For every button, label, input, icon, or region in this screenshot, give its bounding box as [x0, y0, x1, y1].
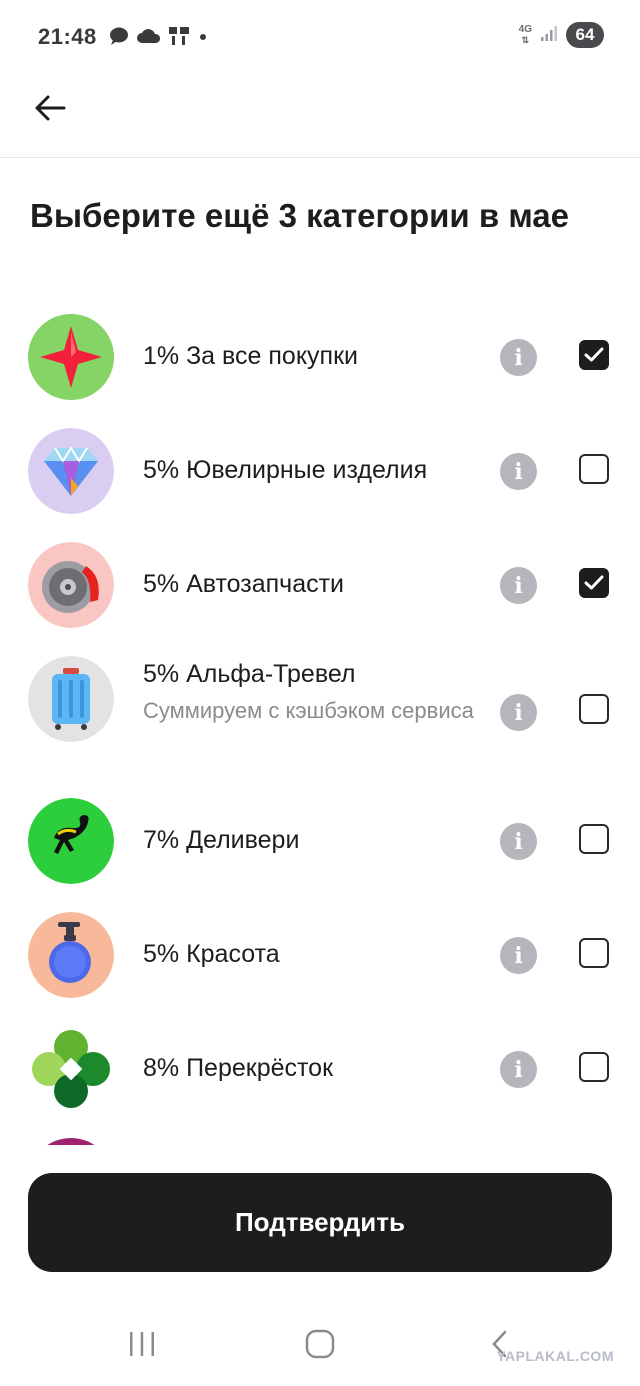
- back-button[interactable]: [30, 90, 70, 130]
- category-list: 1% За все покупки i 5% Ювелирные изделия…: [0, 300, 640, 1145]
- category-checkbox[interactable]: [579, 824, 609, 854]
- category-checkbox[interactable]: [579, 568, 609, 598]
- category-row-perekrestok[interactable]: 8% Перекрёсток i: [0, 1012, 640, 1126]
- category-text: 8% Перекрёсток: [143, 1052, 483, 1084]
- info-icon[interactable]: i: [500, 339, 537, 376]
- status-bar: 21:48 4G ⇅ 64: [0, 0, 640, 74]
- perekrestok-logo-icon: [28, 1026, 114, 1112]
- category-text: 5% Красота: [143, 938, 483, 970]
- info-icon[interactable]: i: [500, 567, 537, 604]
- suitcase-icon: [28, 656, 114, 742]
- category-label: 1% За все покупки: [143, 342, 358, 370]
- recent-apps-icon: [127, 1329, 157, 1364]
- category-text: 1% За все покупки: [143, 340, 483, 372]
- status-icons-right: 4G ⇅ 64: [519, 22, 604, 48]
- network-badge: 4G ⇅: [518, 24, 532, 46]
- info-icon[interactable]: i: [500, 1051, 537, 1088]
- watermark: YAPLAKAL.COM: [496, 1348, 614, 1364]
- info-icon[interactable]: i: [500, 823, 537, 860]
- category-label: 5% Красота: [143, 940, 280, 968]
- category-label: 5% Альфа-Тревел: [143, 660, 356, 688]
- signal-icon: [540, 25, 558, 46]
- category-row-all-purchases[interactable]: 1% За все покупки i: [0, 300, 640, 414]
- cloud-icon: [136, 27, 162, 50]
- arrow-left-icon: [34, 94, 66, 127]
- soap-bottle-icon: [28, 912, 114, 998]
- category-label: 7% Деливери: [143, 826, 300, 854]
- category-checkbox[interactable]: [579, 454, 609, 484]
- info-icon[interactable]: i: [500, 453, 537, 490]
- next-category-avatar: [28, 1138, 114, 1145]
- red-star-icon: [28, 314, 114, 400]
- category-label: 8% Перекрёсток: [143, 1054, 334, 1082]
- category-row-beauty[interactable]: 5% Красота i: [0, 898, 640, 1012]
- category-checkbox[interactable]: [579, 938, 609, 968]
- chat-icon: [108, 26, 130, 51]
- category-checkbox[interactable]: [579, 340, 609, 370]
- diamond-icon: [28, 428, 114, 514]
- status-time: 21:48: [38, 24, 97, 49]
- category-text: 5% Автозапчасти: [143, 568, 483, 600]
- dot-icon: [196, 26, 210, 51]
- system-nav-bar: [0, 1300, 640, 1386]
- home-button[interactable]: [290, 1326, 350, 1366]
- category-checkbox[interactable]: [579, 694, 609, 724]
- status-icons-left: [108, 26, 210, 51]
- category-subtitle: Суммируем с кэшбэком сервиса: [143, 698, 474, 723]
- info-icon[interactable]: i: [500, 937, 537, 974]
- confirm-button[interactable]: Подтвердить: [28, 1173, 612, 1272]
- category-row-alfa-travel[interactable]: 5% Альфа-Тревел Суммируем с кэшбэком сер…: [0, 642, 640, 784]
- category-row-auto-parts[interactable]: 5% Автозапчасти i: [0, 528, 640, 642]
- category-text: 5% Ювелирные изделия: [143, 454, 483, 486]
- recent-apps-button[interactable]: [112, 1326, 172, 1366]
- category-row-delivery[interactable]: 7% Деливери i: [0, 784, 640, 898]
- brake-disc-icon: [28, 542, 114, 628]
- info-icon[interactable]: i: [500, 694, 537, 731]
- ostrich-icon: [28, 798, 114, 884]
- category-checkbox[interactable]: [579, 1052, 609, 1082]
- yap-icon: [168, 26, 190, 51]
- header: [0, 74, 640, 158]
- category-row-jewelry[interactable]: 5% Ювелирные изделия i: [0, 414, 640, 528]
- page-title: Выберите ещё 3 категории в мае: [30, 197, 570, 234]
- home-icon: [304, 1328, 336, 1365]
- battery-indicator: 64: [566, 22, 604, 48]
- category-text: 7% Деливери: [143, 824, 483, 856]
- category-label: 5% Автозапчасти: [143, 570, 345, 598]
- category-label: 5% Ювелирные изделия: [143, 456, 428, 484]
- category-text: 5% Альфа-Тревел Суммируем с кэшбэком сер…: [143, 658, 483, 728]
